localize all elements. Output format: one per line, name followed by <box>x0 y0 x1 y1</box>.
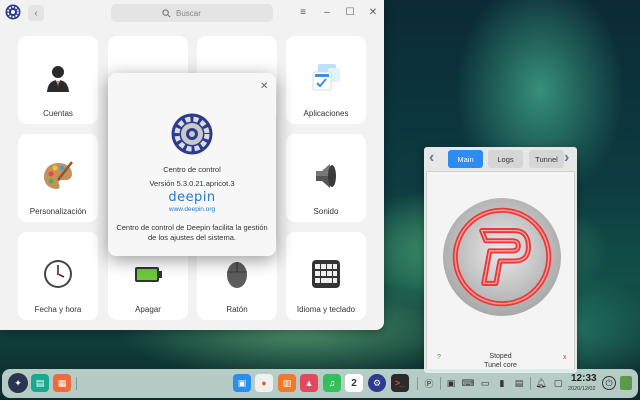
tab-scroll-left-icon[interactable]: ‹ <box>429 149 434 167</box>
archive-manager-icon[interactable]: ▥ <box>278 374 296 392</box>
screenshot-icon[interactable]: ▣ <box>445 377 457 389</box>
clock-time[interactable]: 12:33 <box>571 373 597 384</box>
psiphon-logo-icon[interactable] <box>441 196 563 318</box>
title-bar: ‹ ≡ – ☐ ✕ <box>0 0 384 27</box>
tab-main[interactable]: Main <box>448 150 483 168</box>
dock-separator <box>417 377 418 390</box>
status-line-1: Stoped <box>489 353 512 360</box>
app-description: Centro de control de Deepin facilita la … <box>116 223 268 242</box>
dock-separator <box>76 377 77 390</box>
calendar-icon[interactable]: 2 <box>345 374 363 392</box>
close-button[interactable]: x <box>563 354 567 361</box>
dock-separator <box>440 377 441 390</box>
psiphon-tray-icon[interactable]: Ⓟ <box>423 377 435 389</box>
tile-label: Idioma y teclado <box>296 305 356 314</box>
power-icon[interactable]: ⏻ <box>602 376 616 390</box>
tile-language-keyboard[interactable]: Idioma y teclado <box>286 232 366 320</box>
applications-icon <box>312 64 340 91</box>
main-panel: Stoped Tunel core ? x <box>426 171 575 371</box>
close-icon[interactable]: ✕ <box>260 81 268 92</box>
control-center-dock-icon[interactable]: ⚙ <box>368 374 386 392</box>
connection-status: Stoped Tunel core <box>427 352 574 370</box>
keyboard-layout-icon[interactable]: ⌨ <box>462 377 475 389</box>
tile-applications[interactable]: Aplicaciones <box>286 36 366 124</box>
clock-date[interactable]: 2020/12/02 <box>568 386 596 392</box>
website-link[interactable]: www.deepin.org <box>108 206 276 213</box>
psiphon-window: ‹ Main Logs Tunnel › Stoped Tunel core ?… <box>424 147 577 373</box>
dock: ✦ ▤ ▦ ▣ ● ▥ ▲ ♫ 2 ⚙ >_ Ⓟ ▣ ⌨ ▭ ▮ ▤ 🔔︎ ▢ … <box>2 369 638 398</box>
app-store-icon[interactable]: ▣ <box>233 374 251 392</box>
tab-logs[interactable]: Logs <box>488 150 523 168</box>
control-center-logo-icon[interactable] <box>5 4 21 20</box>
tab-tunnel[interactable]: Tunnel <box>529 150 564 168</box>
minimize-icon[interactable]: – <box>321 6 333 18</box>
back-button[interactable]: ‹ <box>28 5 44 21</box>
image-viewer-icon[interactable]: ▲ <box>300 374 318 392</box>
terminal-icon[interactable]: >_ <box>391 374 409 392</box>
tile-label: Fecha y hora <box>34 305 82 314</box>
tile-label: Personalización <box>29 207 87 216</box>
search-icon <box>162 8 171 17</box>
network-tray-icon[interactable]: ▤ <box>513 377 525 389</box>
music-icon[interactable]: ♫ <box>323 374 341 392</box>
trash-bin-icon[interactable] <box>620 376 632 390</box>
maximize-icon[interactable]: ☐ <box>344 6 356 18</box>
display-tray-icon[interactable]: ▭ <box>479 377 491 389</box>
tile-label: Ratón <box>226 305 248 314</box>
tile-sound[interactable]: Sonido <box>286 134 366 222</box>
battery-tray-icon[interactable]: ▮ <box>496 377 508 389</box>
search-field[interactable] <box>111 4 273 22</box>
tile-label: Aplicaciones <box>303 109 349 118</box>
menu-icon[interactable]: ≡ <box>297 6 309 18</box>
firefox-icon[interactable]: ● <box>255 374 273 392</box>
close-icon[interactable]: ✕ <box>367 6 379 18</box>
launcher-icon[interactable]: ✦ <box>8 373 28 393</box>
trash-icon[interactable]: ▢ <box>552 377 564 389</box>
dock-separator <box>530 377 531 390</box>
tile-date-time[interactable]: Fecha y hora <box>18 232 98 320</box>
tile-accounts[interactable]: Cuentas <box>18 36 98 124</box>
tile-personalization[interactable]: Personalización <box>18 134 98 222</box>
mouse-icon <box>227 262 247 288</box>
battery-icon <box>135 267 162 282</box>
speaker-icon <box>316 164 336 188</box>
deepin-logo: deepin <box>168 190 216 205</box>
user-account-icon <box>47 66 69 92</box>
palette-icon <box>44 161 73 189</box>
keyboard-icon <box>312 260 340 288</box>
search-input[interactable] <box>176 8 222 18</box>
tile-label: Cuentas <box>43 109 73 118</box>
app-version: Versión 5.3.0.21.apricot.3 <box>149 179 235 188</box>
clock-icon <box>44 260 72 288</box>
tile-label: Apagar <box>135 305 161 314</box>
workspace-icon[interactable]: ▦ <box>53 374 71 392</box>
notification-bell-icon[interactable]: 🔔︎ <box>535 377 547 389</box>
about-dialog: ✕ Centro de control Versión 5.3.0.21.apr… <box>108 73 276 256</box>
help-button[interactable]: ? <box>437 354 441 361</box>
tab-scroll-right-icon[interactable]: › <box>564 149 569 167</box>
control-center-gear-logo-icon <box>171 113 213 155</box>
tile-label: Sonido <box>313 207 339 216</box>
app-name: Centro de control <box>163 165 221 174</box>
multitasking-icon[interactable]: ▤ <box>31 374 49 392</box>
